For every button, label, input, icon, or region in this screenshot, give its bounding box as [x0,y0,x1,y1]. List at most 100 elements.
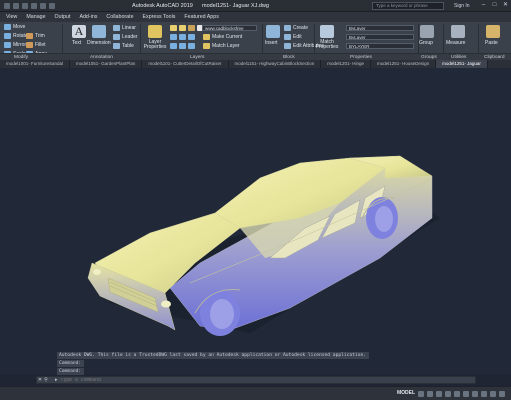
layer-dropdown[interactable]: www.cadblocksfree [202,25,257,31]
sign-in-link[interactable]: Sign In [454,3,470,9]
app-menu-icon[interactable] [4,2,10,9]
ribbon-tabs: View Manage Output Add-ins Collaborate E… [0,12,511,22]
rotate-icon [4,33,11,39]
tab-add-ins[interactable]: Add-ins [79,14,97,20]
layer-state-icons[interactable] [170,25,204,31]
linetype-dropdown[interactable]: ByLayer [346,34,414,40]
measure-icon[interactable] [451,25,465,38]
redo-icon[interactable] [49,2,55,9]
make-current-button[interactable]: Make Current [203,34,242,40]
group-icon[interactable] [420,25,434,38]
window-controls: – □ ✕ [480,2,509,9]
quick-access-toolbar[interactable] [0,2,55,9]
hardware-icon[interactable] [490,391,496,397]
new-file-icon[interactable] [13,2,19,9]
undo-icon[interactable] [40,2,46,9]
edit-attributes-icon [284,43,291,49]
file-tab[interactable]: model1001- FurnitureSandal [0,60,71,68]
file-tab[interactable]: model1051- GardenPlantPlan [70,60,143,68]
leader-button[interactable]: Leader [113,34,138,40]
file-tab[interactable]: model1101- CutterDetailOfCutRaiser [142,60,229,68]
search-input[interactable]: Type a keyword or phrase [372,2,444,10]
layer-tools-row-2[interactable] [170,43,195,49]
insert-block-icon[interactable] [266,25,280,38]
match-layer-button[interactable]: Match Layer [203,43,240,49]
command-history: Autodesk DWG. This file is a TrustedDWG … [57,352,387,376]
text-icon[interactable]: A [72,25,86,38]
create-block-icon [284,25,291,31]
car-3d-model [87,155,440,336]
isolate-icon[interactable] [481,391,487,397]
layer-walk-icon [170,43,177,49]
dimension-button-label[interactable]: Dimension [87,40,111,46]
command-input[interactable] [60,376,361,384]
file-tab-active[interactable]: model1251- Jaguar [436,60,488,68]
table-button[interactable]: Table [113,43,134,49]
command-history-line: Autodesk DWG. This file is a TrustedDWG … [57,352,369,359]
layer-properties-icon[interactable] [148,25,162,38]
status-toggles [418,391,505,397]
layer-tools-row[interactable] [170,34,195,40]
paste-label[interactable]: Paste [485,40,498,46]
lineweight-dropdown[interactable]: BYLAYER [346,43,414,49]
snap-icon[interactable] [427,391,433,397]
app-title: Autodesk AutoCAD 2019 [132,3,193,9]
tab-manage[interactable]: Manage [26,14,45,20]
leader-icon [113,34,120,40]
customize-icon[interactable]: ⚲ [43,377,49,383]
rotate-button[interactable]: Rotate [4,33,28,39]
layer-off-icon [179,34,186,40]
text-button-label[interactable]: Text [72,40,81,46]
workspace-icon[interactable] [472,391,478,397]
grid-icon[interactable] [418,391,424,397]
linear-button[interactable]: Linear [113,25,136,31]
ortho-icon[interactable] [436,391,442,397]
osnap-icon[interactable] [454,391,460,397]
annotation-scale-icon[interactable] [463,391,469,397]
model-space-label[interactable]: MODEL [397,390,415,396]
save-icon[interactable] [31,2,37,9]
mirror-icon [4,42,11,48]
linear-icon [113,25,120,31]
create-block-button[interactable]: Create [284,25,308,31]
minimize-icon[interactable]: – [480,2,487,9]
dimension-icon[interactable] [92,25,106,38]
command-prompt-icon: ▸ [55,377,58,383]
lightbulb-icon [170,25,177,31]
drawing-viewport[interactable] [0,68,511,374]
tab-output[interactable]: Output [55,14,71,20]
color-dropdown[interactable]: ByLayer [346,25,414,31]
tab-collaborate[interactable]: Collaborate [106,14,133,20]
trim-icon [26,33,33,39]
group-label[interactable]: Group [419,40,433,46]
match-layer-icon [203,43,210,49]
command-history-line: Command: [57,360,85,367]
insert-label[interactable]: Insert [265,40,278,46]
trim-button[interactable]: Trim [26,33,45,39]
move-button[interactable]: Move [4,24,25,30]
tab-view[interactable]: View [6,14,17,20]
polar-icon[interactable] [445,391,451,397]
mirror-button[interactable]: Mirror [4,42,26,48]
maximize-icon[interactable]: □ [491,2,498,9]
file-tab[interactable]: model1251- HouseDesign [371,60,437,68]
layer-iso-icon [170,34,177,40]
open-file-icon[interactable] [22,2,28,9]
measure-label[interactable]: Measure [446,40,465,46]
customize-status-icon[interactable] [499,391,505,397]
paste-icon[interactable] [486,25,500,38]
match-properties-label[interactable]: Match Properties [315,40,339,50]
close-icon[interactable]: ✕ [502,2,509,9]
tab-express-tools[interactable]: Express Tools [143,14,176,20]
tab-featured-apps[interactable]: Featured Apps [184,14,218,20]
file-tab[interactable]: model1151- HighwayCabinBlockSection [229,60,322,68]
layer-properties-label[interactable]: Layer Properties [143,40,167,50]
file-tab[interactable]: model1201- Hinge [321,60,372,68]
file-tabs: model1001- FurnitureSandal model1051- Ga… [0,60,511,68]
command-line: ✕ ⚲ ▸ [36,376,476,384]
match-properties-icon[interactable] [320,25,334,38]
make-current-icon [203,34,210,40]
status-bar: MODEL [0,386,511,400]
edit-block-button[interactable]: Edit [284,34,302,40]
fillet-button[interactable]: Fillet [26,42,46,48]
